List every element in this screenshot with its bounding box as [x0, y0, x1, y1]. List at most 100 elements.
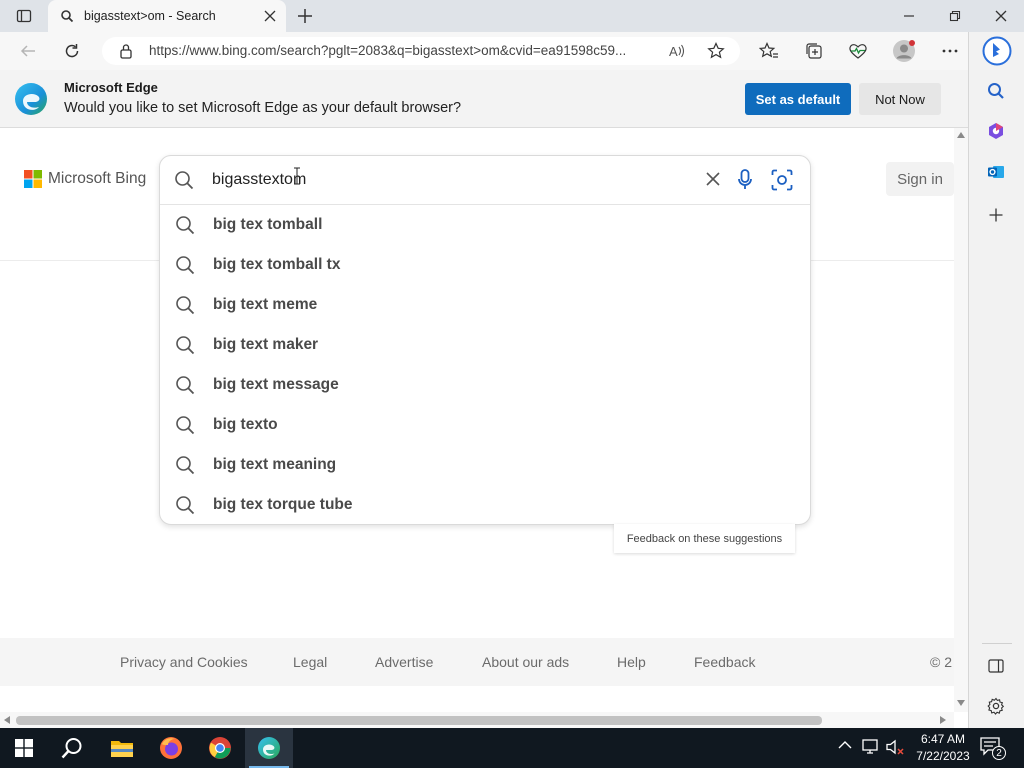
sidebar-discover-button[interactable] [980, 115, 1012, 147]
profile-button[interactable] [888, 35, 920, 67]
taskbar-search-button[interactable] [48, 728, 96, 768]
refresh-button[interactable] [56, 35, 88, 67]
suggestion-item[interactable]: big text maker [160, 325, 810, 365]
network-icon[interactable] [862, 739, 880, 755]
start-button[interactable] [0, 728, 48, 768]
back-button[interactable] [12, 35, 44, 67]
search-icon [175, 295, 195, 315]
hide-sidebar-button[interactable] [980, 650, 1012, 682]
sidebar-panel-icon [988, 659, 1004, 673]
favorite-star-icon[interactable] [707, 42, 725, 60]
volume-muted-icon[interactable] [886, 739, 906, 755]
microphone-icon[interactable] [738, 169, 752, 191]
collections-icon [806, 43, 822, 59]
search-icon[interactable] [174, 170, 194, 190]
suggestion-text: big tex tomball [213, 216, 323, 233]
url-text: https://www.bing.com/search?pglt=2083&q=… [149, 43, 627, 58]
edge-taskbar-button[interactable] [245, 728, 293, 768]
suggestion-text: big text meaning [213, 456, 337, 473]
suggestion-item[interactable]: big text meme [160, 285, 810, 325]
avatar-icon [893, 40, 915, 62]
refresh-icon [65, 44, 79, 58]
restore-icon [949, 10, 961, 22]
horizontal-scroll-thumb[interactable] [16, 716, 822, 725]
footer-link-legal[interactable]: Legal [293, 654, 327, 670]
tab-actions-icon [16, 9, 32, 23]
suggestion-item[interactable]: big tex tomball [160, 205, 810, 245]
suggestion-text: big text meme [213, 296, 318, 313]
tab-actions-button[interactable] [8, 0, 40, 32]
search-icon [175, 215, 195, 235]
footer-link-about-ads[interactable]: About our ads [482, 654, 569, 670]
minimize-button[interactable] [886, 0, 932, 32]
active-tab[interactable]: bigasstext>om - Search [48, 0, 286, 32]
text-cursor-icon [293, 167, 301, 185]
heart-pulse-icon [849, 44, 867, 59]
footer-link-feedback[interactable]: Feedback [694, 654, 755, 670]
sidebar-outlook-button[interactable] [980, 156, 1012, 188]
scroll-right-icon[interactable] [940, 716, 946, 724]
chrome-icon [209, 737, 231, 759]
scroll-left-icon[interactable] [4, 716, 10, 724]
suggestion-text: big texto [213, 416, 278, 433]
microsoft-logo-icon [24, 170, 42, 188]
bing-favicon-icon [60, 9, 74, 23]
bing-copilot-button[interactable] [980, 34, 1014, 68]
visual-search-icon[interactable] [771, 169, 793, 191]
close-icon [995, 10, 1007, 22]
close-window-button[interactable] [978, 0, 1024, 32]
notifications-button[interactable]: 2 [980, 736, 1006, 760]
sidebar-search-button[interactable] [980, 75, 1012, 107]
suggestion-text: big text maker [213, 336, 319, 353]
sign-in-button[interactable]: Sign in [886, 162, 954, 196]
bing-chat-icon [982, 36, 1012, 66]
not-now-button[interactable]: Not Now [859, 83, 941, 115]
clear-search-icon[interactable] [706, 172, 720, 186]
address-bar[interactable]: https://www.bing.com/search?pglt=2083&q=… [102, 37, 740, 65]
search-icon [61, 738, 82, 759]
vertical-scrollbar[interactable] [954, 128, 968, 712]
firefox-button[interactable] [147, 728, 195, 768]
restore-button[interactable] [932, 0, 978, 32]
suggestion-item[interactable]: big text message [160, 365, 810, 405]
page-footer: Privacy and Cookies Legal Advertise Abou… [0, 638, 954, 686]
collections-button[interactable] [798, 35, 830, 67]
settings-more-button[interactable] [934, 35, 966, 67]
suggestion-item[interactable]: big text meaning [160, 445, 810, 485]
more-dots-icon [942, 49, 958, 53]
search-box-with-suggestions: bigasstextom big tex tomball big tex tomb… [159, 155, 811, 525]
show-hidden-icons-icon[interactable] [838, 740, 852, 750]
footer-link-advertise[interactable]: Advertise [375, 654, 433, 670]
scroll-down-icon[interactable] [957, 700, 965, 706]
bing-logo[interactable]: Microsoft Bing [24, 170, 146, 188]
footer-link-privacy[interactable]: Privacy and Cookies [120, 654, 248, 670]
file-explorer-button[interactable] [98, 728, 146, 768]
favorites-button[interactable] [753, 35, 785, 67]
set-as-default-button[interactable]: Set as default [745, 83, 851, 115]
plus-icon [989, 208, 1003, 222]
suggestion-item[interactable]: big tex torque tube [160, 485, 810, 525]
infobar-title: Microsoft Edge [64, 80, 158, 95]
search-icon [175, 335, 195, 355]
suggestion-item[interactable]: big tex tomball tx [160, 245, 810, 285]
close-tab-icon[interactable] [264, 10, 276, 22]
system-clock[interactable]: 6:47 AM 7/22/2023 [912, 731, 974, 765]
sidebar-add-button[interactable] [980, 199, 1012, 231]
edge-logo-icon [14, 82, 48, 116]
search-icon [175, 455, 195, 475]
search-icon [988, 83, 1004, 99]
browser-essentials-button[interactable] [842, 35, 874, 67]
chrome-button[interactable] [196, 728, 244, 768]
new-tab-button[interactable] [289, 0, 321, 32]
suggestion-item[interactable]: big texto [160, 405, 810, 445]
footer-link-help[interactable]: Help [617, 654, 646, 670]
lock-icon[interactable] [119, 43, 133, 59]
folder-icon [111, 741, 133, 757]
minimize-icon [904, 15, 914, 17]
read-aloud-icon[interactable]: A [668, 42, 686, 60]
sidebar-settings-button[interactable] [980, 690, 1012, 722]
scroll-up-icon[interactable] [957, 132, 965, 138]
clock-date: 7/22/2023 [916, 749, 970, 763]
bing-logo-text: Microsoft Bing [48, 170, 147, 187]
feedback-suggestions-button[interactable]: Feedback on these suggestions [614, 524, 795, 553]
